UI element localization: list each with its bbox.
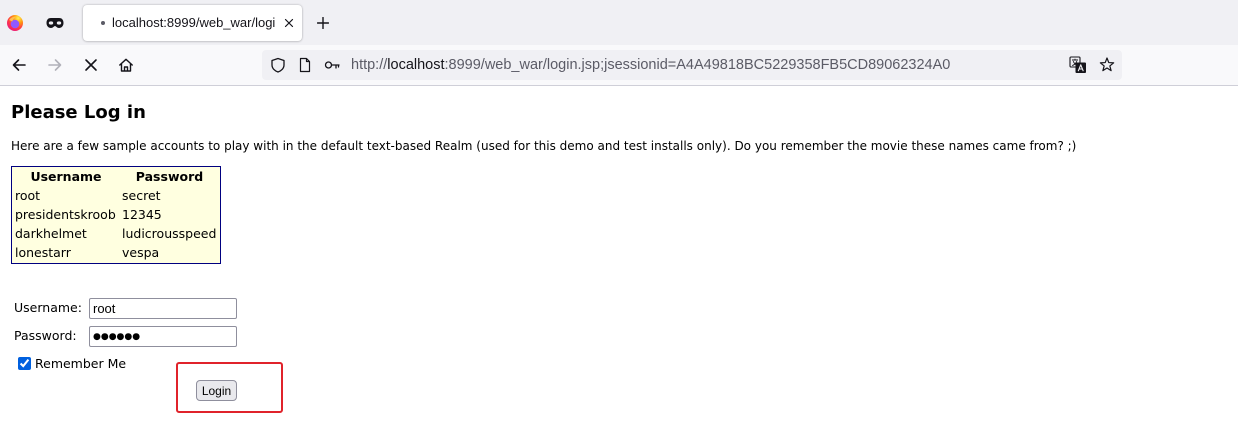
url-path: :8999/web_war/login.jsp;jsessionid=A4A49… [444,57,951,73]
table-row: lonestarr vespa [13,244,219,262]
cell-username: root [15,188,41,203]
remember-me-label[interactable]: Remember Me [35,356,126,372]
table-header-row: Username Password [13,168,219,186]
login-button[interactable]: Login [196,380,237,401]
cell-password: vespa [122,245,160,260]
dot-icon [101,21,105,25]
tab-strip: localhost:8999/web_war/logi [0,0,1238,45]
key-icon[interactable] [324,57,340,73]
home-icon[interactable] [118,57,134,73]
close-icon[interactable] [283,17,295,29]
plus-icon[interactable] [317,17,329,29]
browser-tab[interactable]: localhost:8999/web_war/logi [83,5,302,41]
page-title: Please Log in [11,102,146,123]
url-scheme: http:// [351,57,388,73]
mask-icon[interactable] [46,17,64,29]
intro-text: Here are a few sample accounts to play w… [11,139,1077,153]
table-row: darkhelmet ludicrousspeed [13,225,219,243]
star-icon[interactable] [1099,57,1115,73]
cell-password: 12345 [122,207,162,222]
forward-arrow-icon[interactable] [47,57,63,73]
column-header-username: Username [30,169,102,184]
firefox-logo-icon[interactable] [6,14,24,32]
cell-username: lonestarr [15,245,71,260]
cell-username: darkhelmet [15,226,87,241]
cell-password: secret [122,188,161,203]
url-host: localhost [387,57,445,73]
username-label: Username: [14,300,82,315]
address-bar[interactable]: http://localhost:8999/web_war/login.jsp;… [262,50,1122,80]
column-header-password: Password [135,169,204,184]
table-row: root secret [13,187,219,205]
cell-username: presidentskroob [15,207,116,222]
password-label: Password: [14,328,77,343]
stop-icon[interactable] [83,57,99,73]
tab-title: localhost:8999/web_war/logi [112,15,276,30]
remember-me-checkbox[interactable] [18,357,31,370]
url-text[interactable]: http://localhost:8999/web_war/login.jsp;… [351,50,950,80]
shield-icon[interactable] [270,57,286,73]
sample-accounts-table: Username Password root secret presidents… [11,166,221,264]
cell-password: ludicrousspeed [122,226,217,241]
username-field[interactable] [89,298,237,319]
translate-icon[interactable] [1069,56,1087,74]
page-icon[interactable] [297,57,313,73]
password-field[interactable] [89,326,237,347]
table-row: presidentskroob 12345 [13,206,219,224]
back-arrow-icon[interactable] [11,57,27,73]
navigation-toolbar: http://localhost:8999/web_war/login.jsp;… [0,45,1238,86]
